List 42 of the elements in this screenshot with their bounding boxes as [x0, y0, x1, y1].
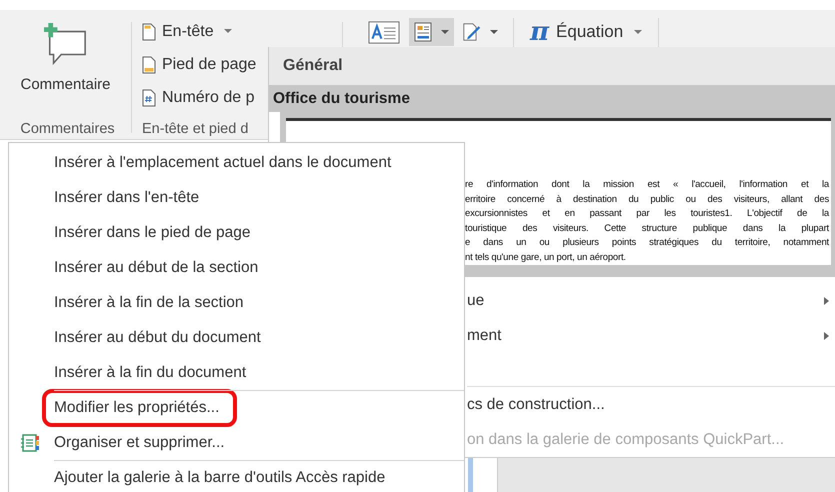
caret-icon [634, 30, 642, 34]
context-menu-item[interactable]: Insérer dans le pied de page [54, 220, 250, 246]
gallery-menu-item[interactable]: cs de construction... [269, 387, 835, 422]
context-menu-item[interactable]: Insérer au début du document [54, 324, 261, 350]
submenu-arrow-icon [824, 296, 829, 304]
quick-parts-button[interactable] [409, 18, 454, 46]
comment-button[interactable]: Commentaire [14, 18, 117, 97]
preview-text-line: touristique des visiteurs. Cette structure publique dans la plupart [465, 222, 829, 236]
context-menu-item[interactable]: Insérer à la fin du document [54, 360, 246, 386]
context-menu-item[interactable]: Insérer au début de la section [54, 254, 258, 280]
gallery-menu-item[interactable]: ue [269, 283, 835, 318]
gallery-entry-title[interactable]: Office du tourisme [269, 85, 835, 112]
page-header-icon [142, 22, 156, 40]
preview-text-line: e dans un ou plusieurs points stratégiques du territoire, notamment [465, 236, 829, 250]
preview-text-line: nt tels qu'une gare, un port, un aéroport. [465, 250, 627, 264]
group-label: Commentaires [20, 121, 115, 137]
ribbon-menu-button[interactable]: En-tête [142, 18, 232, 45]
ribbon-menu-button[interactable]: Pied de page [142, 51, 256, 78]
organizer-icon [20, 434, 40, 452]
text-box-icon [368, 20, 400, 44]
context-menu-item[interactable]: Insérer à l'emplacement actuel dans le document [54, 150, 392, 176]
ribbon-menu-button[interactable]: Numéro de p [142, 84, 254, 111]
equation-button[interactable]: π Équation [524, 18, 648, 46]
caret-icon [441, 30, 449, 34]
context-menu-item[interactable]: Insérer dans l'en-tête [54, 184, 200, 210]
caret-icon [490, 30, 498, 34]
quick-parts-icon [414, 22, 432, 42]
gallery-category-header: Général [269, 47, 835, 85]
pen-document-icon [463, 22, 481, 42]
gallery-scroll-strip [468, 458, 473, 492]
submenu-arrow-icon [824, 332, 829, 340]
page-number-icon [142, 88, 156, 106]
preview-text-line: re d'information dont la mission est « l'accueil, l'information et la [465, 178, 829, 192]
context-menu-item[interactable]: Organiser et supprimer... [54, 430, 225, 456]
preview-text-line: erritoire concerné à destination du public ou des visiteurs, allant des [465, 192, 829, 206]
context-menu-item[interactable]: Ajouter la galerie à la barre d'outils Accès rapide [54, 464, 386, 490]
page-footer-icon [142, 56, 156, 74]
preview-text-line: excursionnistes et en passant par les touristes1. L'objectif de la [465, 207, 829, 221]
context-menu-item[interactable]: Insérer à la fin de la section [54, 290, 244, 316]
gallery-menu-item[interactable]: ment [269, 318, 835, 353]
group-label: En-tête et pied d [142, 121, 250, 137]
caret-icon [224, 29, 232, 34]
